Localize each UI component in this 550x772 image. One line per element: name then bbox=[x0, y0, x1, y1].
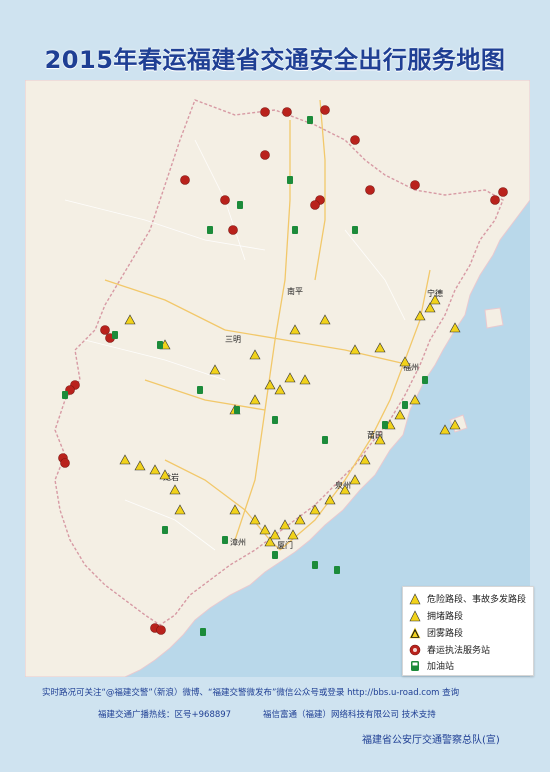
police-station-marker bbox=[260, 150, 270, 160]
police-station-marker bbox=[228, 225, 238, 235]
triangle-warning-icon bbox=[409, 592, 421, 604]
legend-label: 团雾路段 bbox=[427, 629, 464, 639]
gas-station-marker bbox=[312, 561, 318, 569]
legend-label: 春运执法服务站 bbox=[427, 646, 491, 656]
map-legend: 危险路段、事故多发路段 拥堵路段 团雾路段 春运执法服务站 加油站 bbox=[402, 586, 534, 676]
legend-label: 危险路段、事故多发路段 bbox=[427, 595, 527, 605]
gas-station-marker bbox=[157, 341, 163, 349]
gas-station-marker bbox=[237, 201, 243, 209]
gas-station-marker bbox=[382, 421, 388, 429]
police-station-marker bbox=[490, 195, 500, 205]
footer-hotline: 福建交通广播热线：区号+968897 bbox=[98, 710, 232, 720]
gas-station-marker bbox=[197, 386, 203, 394]
gas-station-marker bbox=[307, 116, 313, 124]
gas-station-marker bbox=[422, 376, 428, 384]
police-station-marker bbox=[498, 187, 508, 197]
gas-station-marker bbox=[334, 566, 340, 574]
gas-station-marker bbox=[207, 226, 213, 234]
gas-station-marker bbox=[292, 226, 298, 234]
police-station-marker bbox=[310, 200, 320, 210]
police-station-marker bbox=[180, 175, 190, 185]
police-station-marker bbox=[320, 105, 330, 115]
gas-station-marker bbox=[287, 176, 293, 184]
gas-station-marker bbox=[352, 226, 358, 234]
gas-station-marker bbox=[222, 536, 228, 544]
legend-label: 加油站 bbox=[427, 662, 455, 672]
gas-station-marker bbox=[200, 628, 206, 636]
police-station-marker bbox=[410, 180, 420, 190]
gas-station-marker bbox=[162, 526, 168, 534]
gas-station-marker bbox=[112, 331, 118, 339]
city-label: 南平 bbox=[287, 286, 303, 296]
legend-item-station: 春运执法服务站 bbox=[409, 643, 490, 656]
police-station-marker bbox=[156, 625, 166, 635]
city-label: 厦门 bbox=[277, 540, 293, 550]
map-title: 2015年春运福建省交通安全出行服务地图 bbox=[44, 46, 506, 74]
footer-tech-support: 福信富通（福建）网络科技有限公司 技术支持 bbox=[263, 710, 436, 720]
legend-label: 拥堵路段 bbox=[427, 612, 464, 622]
triangle-warning-black-icon bbox=[409, 626, 421, 638]
police-station-marker bbox=[100, 325, 110, 335]
legend-item-congestion: 拥堵路段 bbox=[409, 609, 463, 622]
legend-item-fog: 团雾路段 bbox=[409, 626, 463, 639]
footer-info-line: 实时路况可关注“@福建交警”（新浪）微博、“福建交警微发布”微信公众号或登录 h… bbox=[42, 688, 460, 698]
gas-station-marker bbox=[272, 416, 278, 424]
police-station-marker bbox=[365, 185, 375, 195]
legend-item-danger: 危险路段、事故多发路段 bbox=[409, 592, 526, 605]
footer-publisher: 福建省公安厅交通警察总队(宣) bbox=[362, 735, 500, 746]
island bbox=[484, 307, 504, 329]
police-station-marker bbox=[260, 107, 270, 117]
gas-station-marker bbox=[62, 391, 68, 399]
triangle-warning-icon bbox=[409, 609, 421, 621]
legend-item-gas: 加油站 bbox=[409, 659, 454, 672]
city-label: 漳州 bbox=[230, 537, 246, 547]
gas-station-marker bbox=[234, 406, 240, 414]
police-station-marker bbox=[60, 458, 70, 468]
gas-station-marker bbox=[402, 401, 408, 409]
police-station-icon bbox=[409, 644, 421, 655]
police-station-marker bbox=[282, 107, 292, 117]
city-label: 三明 bbox=[225, 335, 241, 344]
gas-station-icon bbox=[411, 660, 419, 671]
gas-station-marker bbox=[322, 436, 328, 444]
police-station-marker bbox=[220, 195, 230, 205]
gas-station-marker bbox=[272, 551, 278, 559]
police-station-marker bbox=[350, 135, 360, 145]
